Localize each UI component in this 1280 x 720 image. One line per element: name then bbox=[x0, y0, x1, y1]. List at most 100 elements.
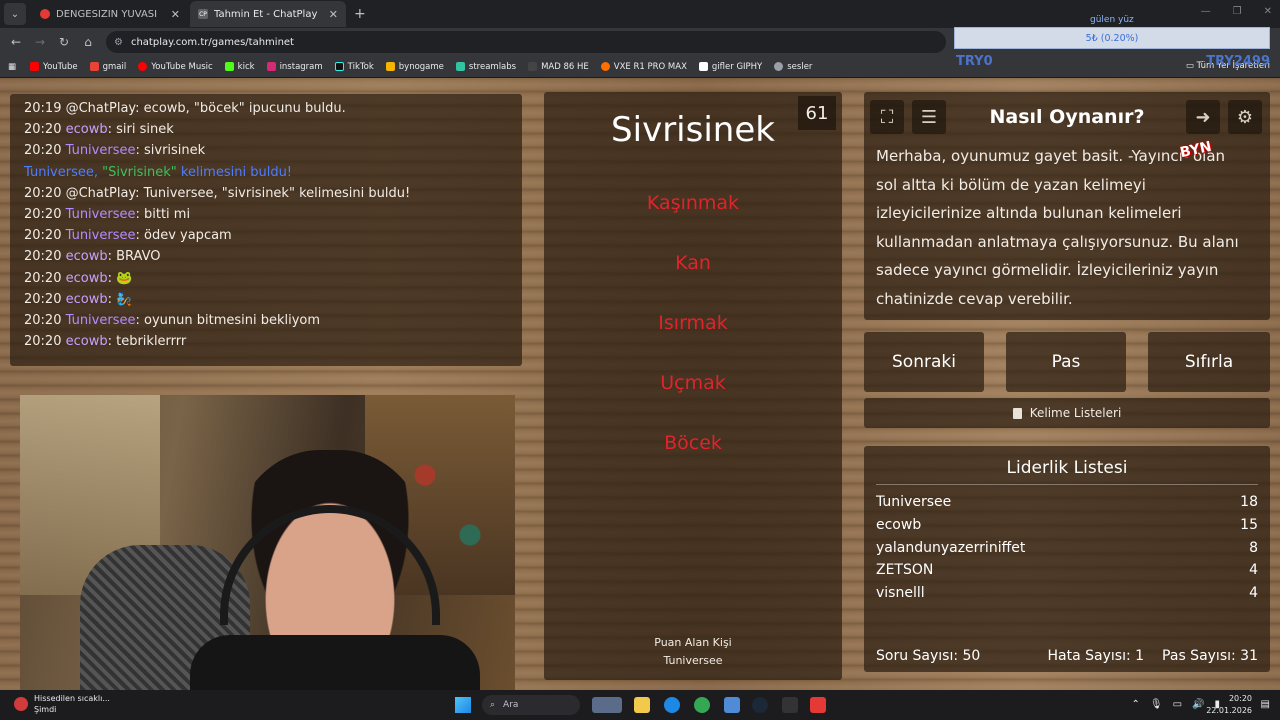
settings-gear-icon[interactable]: ⚙ bbox=[1228, 100, 1262, 134]
player-score: 4 bbox=[1249, 585, 1258, 601]
chevron-up-icon[interactable]: ⌃ bbox=[1131, 699, 1139, 710]
giphy-icon bbox=[698, 62, 708, 71]
network-icon[interactable]: ▭ bbox=[1173, 699, 1182, 710]
chat-text: : ödev yapcam bbox=[135, 228, 232, 244]
store-icon[interactable] bbox=[724, 697, 740, 713]
chat-user: ecowb bbox=[65, 334, 108, 350]
bookmark-label: sesler bbox=[787, 61, 813, 72]
bookmark-youtube-music[interactable]: YouTube Music bbox=[138, 61, 213, 72]
bookmark-tiktok[interactable]: TikTok bbox=[334, 62, 374, 72]
donation-goal-progress: 5₺ (0.20%) bbox=[1085, 32, 1139, 44]
bookmark-label: YouTube Music bbox=[151, 61, 213, 72]
bookmark-mad[interactable]: MAD 86 HE bbox=[528, 62, 589, 72]
bookmark-instagram[interactable]: instagram bbox=[266, 62, 323, 72]
minimize-icon[interactable]: — bbox=[1201, 6, 1211, 17]
bookmark-giphy[interactable]: gifler GIPHY bbox=[698, 62, 762, 72]
home-icon[interactable]: ⌂ bbox=[76, 35, 100, 49]
bookmark-streamlabs[interactable]: streamlabs bbox=[455, 62, 516, 72]
chat-time: 20:20 bbox=[24, 185, 62, 201]
search-icon: ⌕ bbox=[490, 700, 496, 710]
chat-text: kelimesini buldu! bbox=[176, 164, 293, 180]
address-bar[interactable]: ⚙ chatplay.com.tr/games/tahminet bbox=[106, 31, 946, 53]
edge-icon[interactable] bbox=[664, 697, 680, 713]
word-lists-button[interactable]: Kelime Listeleri bbox=[864, 398, 1270, 428]
bookmark-kick[interactable]: kick bbox=[224, 62, 255, 72]
maximize-icon[interactable]: ❐ bbox=[1233, 6, 1242, 17]
chat-user: ecowb bbox=[65, 249, 108, 265]
chat-message: 20:20 ecowb: BRAVO bbox=[24, 246, 508, 267]
player-name: ZETSON bbox=[876, 562, 934, 578]
close-tab-icon[interactable]: ✕ bbox=[171, 8, 180, 21]
taskbar: Hissedilen sıcaklı... Şimdi ⌕ Ara ⌃ 🎙 ▭ 🔊 … bbox=[0, 690, 1280, 720]
taskbar-search[interactable]: ⌕ Ara bbox=[482, 695, 580, 715]
tab-tahmin-et[interactable]: CP Tahmin Et - ChatPlay ✕ bbox=[190, 1, 346, 27]
tab-dengesizin-yuvasi[interactable]: DENGESİZİN YUVASI ✕ bbox=[32, 1, 188, 27]
word-card: Sivrisinek 61 Kaşınmak Kan Isırmak Uçmak… bbox=[544, 92, 842, 680]
error-count: Hata Sayısı: 1 bbox=[1047, 648, 1145, 664]
chat-time: 20:19 bbox=[24, 101, 62, 116]
weather-widget[interactable]: Hissedilen sıcaklı... Şimdi bbox=[14, 693, 110, 715]
player-score: 8 bbox=[1249, 540, 1258, 556]
bookmark-sesler[interactable]: sesler bbox=[774, 62, 812, 72]
chat-message: 20:20 Tuniversee: bitti mi bbox=[24, 204, 508, 225]
chat-time: 20:20 bbox=[24, 313, 62, 329]
volume-icon[interactable]: 🔊 bbox=[1192, 699, 1204, 710]
donation-goal-min: TRY0 bbox=[956, 54, 993, 69]
notifications-icon[interactable]: ▤ bbox=[1261, 699, 1270, 710]
apps-icon[interactable]: ▦ bbox=[8, 62, 16, 72]
window-controls: — ❐ ✕ bbox=[1201, 6, 1272, 17]
bookmark-label: gmail bbox=[102, 61, 127, 72]
close-window-icon[interactable]: ✕ bbox=[1264, 6, 1272, 17]
chat-user: Tuniversee, bbox=[24, 164, 103, 180]
steam-icon[interactable] bbox=[752, 697, 768, 713]
chat-text: : siri sinek bbox=[107, 122, 174, 138]
webcam-shirt bbox=[190, 635, 480, 690]
close-tab-icon[interactable]: ✕ bbox=[329, 8, 338, 21]
clock-time: 20:20 bbox=[1228, 694, 1252, 703]
chrome-icon[interactable] bbox=[694, 697, 710, 713]
chat-message: 20:20 Tuniversee: sivrisinek bbox=[24, 140, 508, 161]
donation-goal-label: gülen yüz bbox=[1090, 15, 1134, 25]
chat-text: : BRAVO bbox=[107, 249, 161, 265]
bookmark-youtube[interactable]: YouTube bbox=[30, 62, 78, 72]
forward-icon[interactable]: → bbox=[28, 35, 52, 49]
chat-message: 20:20 Tuniversee: oyunun bitmesini bekli… bbox=[24, 310, 508, 331]
reset-button[interactable]: Sıfırla bbox=[1148, 332, 1270, 392]
chat-user: ecowb bbox=[65, 270, 108, 286]
bookmark-vxe[interactable]: VXE R1 PRO MAX bbox=[600, 61, 687, 72]
tab-search-button[interactable]: ⌄ bbox=[4, 3, 26, 25]
taboo-word: Uçmak bbox=[660, 372, 726, 394]
exit-icon[interactable]: ➜ bbox=[1186, 100, 1220, 134]
bynogame-icon bbox=[385, 62, 395, 71]
chat-text: : 🧞 bbox=[107, 291, 133, 307]
tab-title: Tahmin Et - ChatPlay bbox=[214, 8, 318, 20]
donation-goal-bar: 5₺ (0.20%) bbox=[954, 27, 1270, 49]
windows-start-icon[interactable] bbox=[455, 697, 471, 713]
microphone-icon[interactable]: 🎙 bbox=[1150, 699, 1163, 710]
epic-games-icon[interactable] bbox=[782, 697, 798, 713]
taboo-word: Kan bbox=[675, 252, 711, 274]
site-info-icon[interactable]: ⚙ bbox=[114, 37, 123, 48]
chat-time: 20:20 bbox=[24, 270, 62, 286]
bookmark-label: VXE R1 PRO MAX bbox=[613, 61, 687, 72]
new-tab-button[interactable]: + bbox=[354, 6, 366, 22]
chat-time: 20:20 bbox=[24, 122, 62, 138]
chat-message: 20:20 ecowb: 🐸 bbox=[24, 268, 508, 289]
pass-button[interactable]: Pas bbox=[1006, 332, 1126, 392]
scorer-name: Tuniversee bbox=[663, 654, 723, 667]
widgets-icon[interactable] bbox=[592, 697, 622, 713]
app-icon[interactable] bbox=[810, 697, 826, 713]
bookmark-gmail[interactable]: gmail bbox=[89, 61, 127, 72]
back-icon[interactable]: ← bbox=[4, 35, 28, 49]
gmail-icon bbox=[89, 62, 99, 71]
clock[interactable]: 20:20 22.01.2026 bbox=[1206, 693, 1252, 717]
reload-icon[interactable]: ↻ bbox=[52, 35, 76, 49]
leaderboard-title: Liderlik Listesi bbox=[1006, 458, 1128, 478]
how-to-play-text: Merhaba, oyunumuz gayet basit. -Yayıncı-… bbox=[876, 147, 1239, 308]
next-button[interactable]: Sonraki bbox=[864, 332, 984, 392]
player-name: visnelll bbox=[876, 585, 925, 601]
bookmark-bynogame[interactable]: bynogame bbox=[385, 62, 444, 72]
search-placeholder: Ara bbox=[503, 700, 519, 710]
file-explorer-icon[interactable] bbox=[634, 697, 650, 713]
mad-icon bbox=[528, 62, 538, 71]
